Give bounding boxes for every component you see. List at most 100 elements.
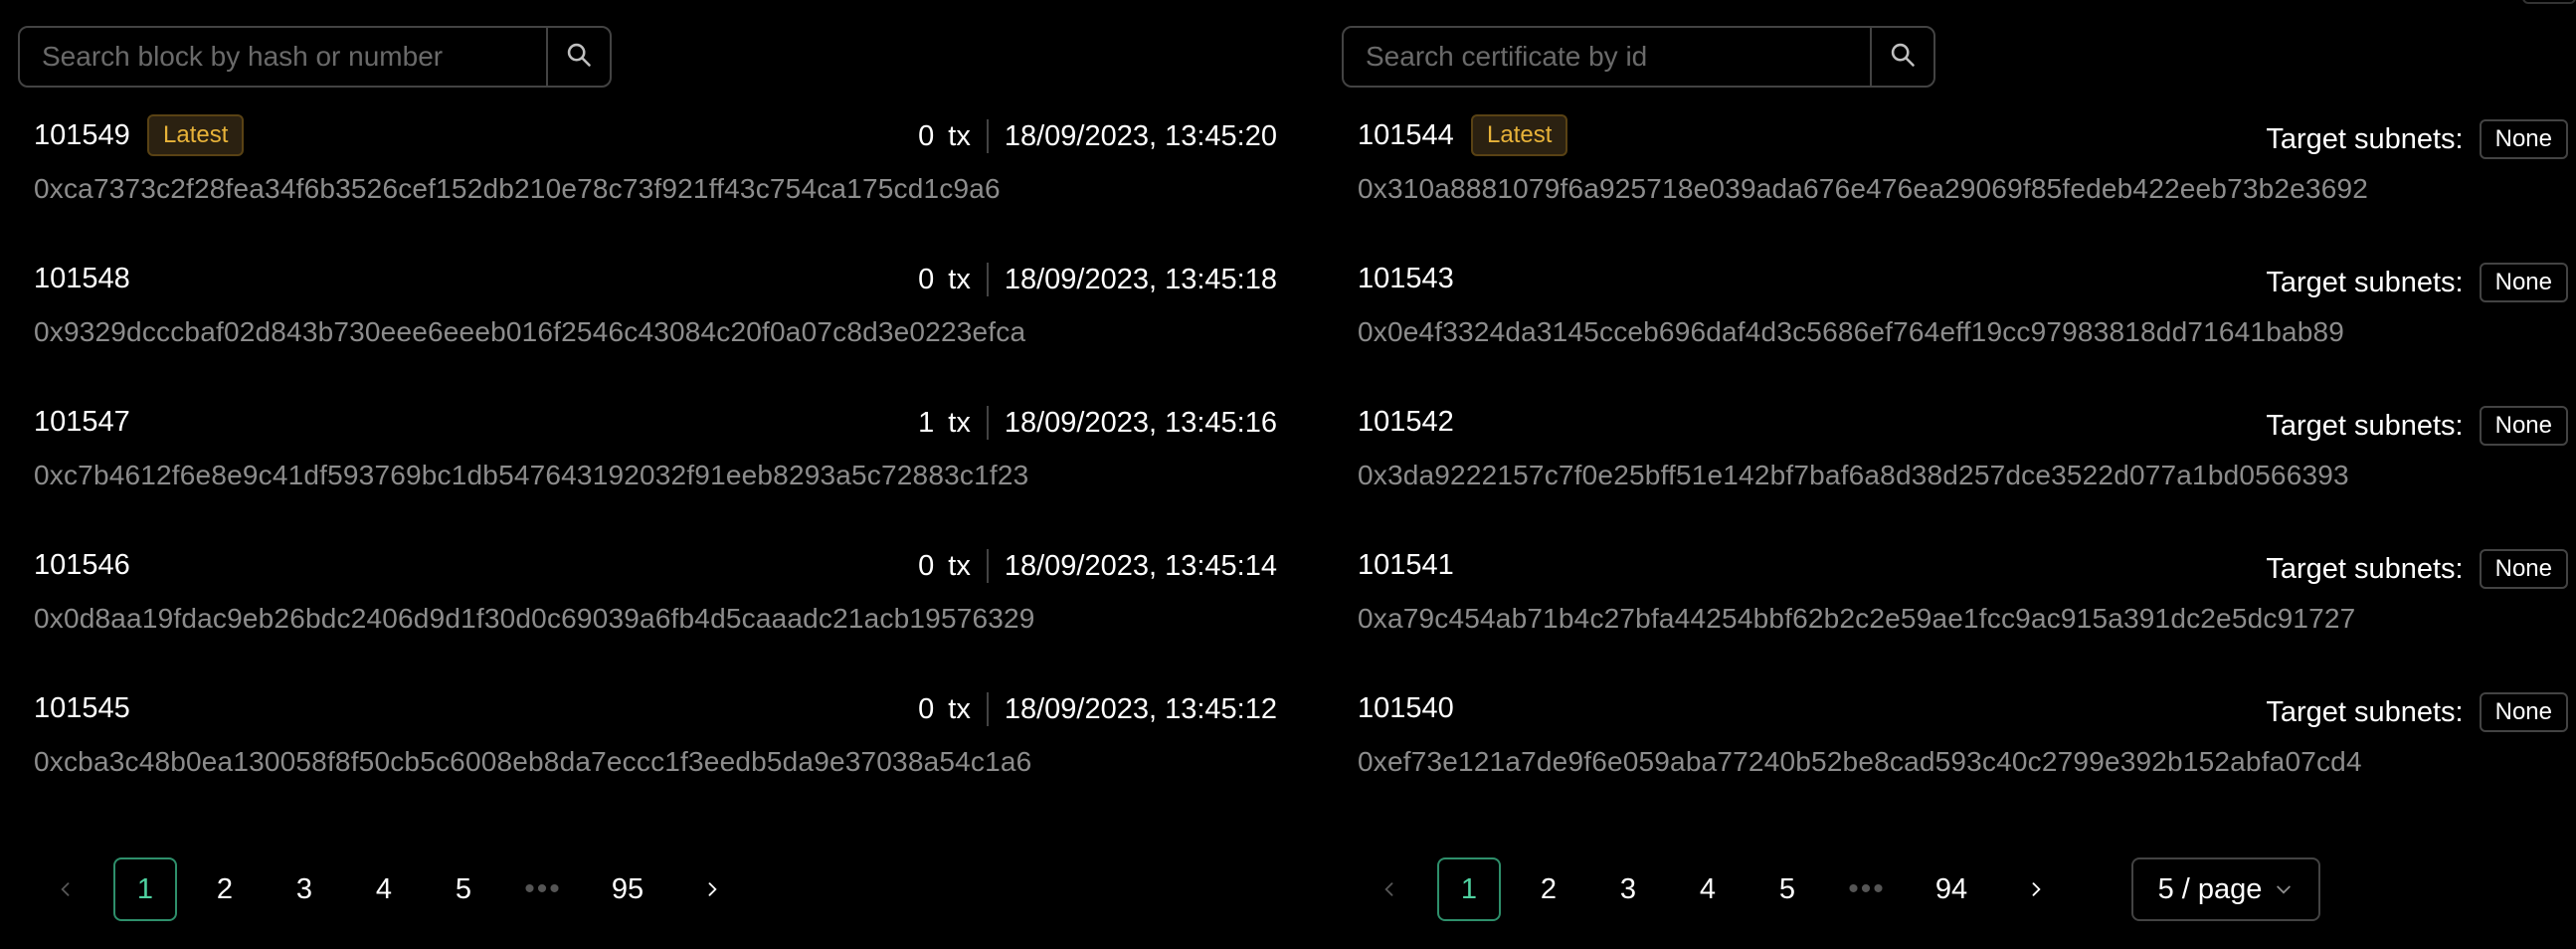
page-button-last[interactable]: 94 <box>1915 857 1988 921</box>
certificate-search-input[interactable] <box>1344 28 1870 86</box>
chevron-right-icon <box>708 882 717 896</box>
certificate-row[interactable]: 101540 Target subnets: None 0xef73e121a7… <box>1358 682 2568 826</box>
block-number[interactable]: 101545 <box>34 692 130 725</box>
certificate-hash[interactable]: 0x310a8881079f6a925718e039ada676e476ea29… <box>1358 173 2368 205</box>
tx-label: tx <box>948 119 971 152</box>
block-number[interactable]: 101549 <box>34 119 130 152</box>
jump-next-ellipsis[interactable]: ••• <box>1835 857 1899 921</box>
target-subnets-tag: None <box>2479 406 2568 446</box>
block-pagination: 1 2 3 4 5 ••• 95 <box>34 857 760 921</box>
divider <box>986 692 989 726</box>
prev-page-button[interactable] <box>1358 857 1421 921</box>
tx-label: tx <box>948 406 971 439</box>
divider <box>986 263 989 296</box>
block-meta: 1 tx 18/09/2023, 13:45:16 <box>918 406 1277 440</box>
certificate-search <box>1342 26 1935 88</box>
prev-page-button[interactable] <box>34 857 97 921</box>
page-size-value: 5 / page <box>2157 872 2263 905</box>
page-button-5[interactable]: 5 <box>1755 857 1819 921</box>
certificate-id[interactable]: 101542 <box>1358 406 1454 439</box>
search-icon <box>565 41 593 74</box>
target-subnets-label: Target subnets: <box>2266 122 2464 155</box>
block-meta: 0 tx 18/09/2023, 13:45:12 <box>918 692 1277 726</box>
block-hash[interactable]: 0x0d8aa19fdac9eb26bdc2406d9d1f30d0c69039… <box>34 603 1035 635</box>
tx-label: tx <box>948 263 971 295</box>
latest-badge: Latest <box>147 114 245 156</box>
page-button-4[interactable]: 4 <box>1676 857 1740 921</box>
chevron-down-icon <box>2274 879 2294 899</box>
page-size-select[interactable]: 5 / page <box>2131 857 2320 921</box>
certificate-list: 101544 Latest Target subnets: None 0x310… <box>1358 109 2568 826</box>
certificate-hash[interactable]: 0xa79c454ab71b4c27bfa44254bbf62b2c2e59ae… <box>1358 603 2355 635</box>
page-button-3[interactable]: 3 <box>1596 857 1660 921</box>
block-hash[interactable]: 0xc7b4612f6e8e9c41df593769bc1db547643192… <box>34 460 1028 491</box>
certificate-hash[interactable]: 0x0e4f3324da3145cceb696daf4d3c5686ef764e… <box>1358 316 2344 348</box>
block-row[interactable]: 101546 0 tx 18/09/2023, 13:45:14 0x0d8aa… <box>34 539 1277 682</box>
certificate-meta: Target subnets: None <box>2266 119 2568 159</box>
certificate-hash[interactable]: 0x3da9222157c7f0e25bff51e142bf7baf6a8d38… <box>1358 460 2349 491</box>
chevron-left-icon <box>1384 882 1393 896</box>
search-icon <box>1889 41 1917 74</box>
block-hash[interactable]: 0xcba3c48b0ea130058f8f50cb5c6008eb8da7ec… <box>34 746 1031 778</box>
certificate-id[interactable]: 101544 <box>1358 119 1454 152</box>
page-button-1[interactable]: 1 <box>1437 857 1501 921</box>
block-number[interactable]: 101548 <box>34 263 130 295</box>
target-subnets-label: Target subnets: <box>2266 266 2464 298</box>
next-page-button[interactable] <box>2004 857 2068 921</box>
block-row[interactable]: 101547 1 tx 18/09/2023, 13:45:16 0xc7b46… <box>34 396 1277 539</box>
tx-count: 0 <box>918 263 935 295</box>
window-edge <box>2522 0 2576 4</box>
certificate-id[interactable]: 101543 <box>1358 263 1454 295</box>
certificate-row[interactable]: 101543 Target subnets: None 0x0e4f3324da… <box>1358 253 2568 396</box>
jump-next-ellipsis[interactable]: ••• <box>511 857 575 921</box>
chevron-left-icon <box>61 882 70 896</box>
block-row[interactable]: 101548 0 tx 18/09/2023, 13:45:18 0x9329d… <box>34 253 1277 396</box>
block-search-button[interactable] <box>546 28 610 86</box>
block-search <box>18 26 612 88</box>
certificate-pagination: 1 2 3 4 5 ••• 94 5 / page <box>1358 857 2320 921</box>
tx-label: tx <box>948 549 971 582</box>
page-button-5[interactable]: 5 <box>432 857 495 921</box>
next-page-button[interactable] <box>680 857 744 921</box>
block-meta: 0 tx 18/09/2023, 13:45:18 <box>918 263 1277 296</box>
target-subnets-tag: None <box>2479 119 2568 159</box>
block-meta: 0 tx 18/09/2023, 13:45:14 <box>918 549 1277 583</box>
latest-badge: Latest <box>1471 114 1568 156</box>
target-subnets-tag: None <box>2479 263 2568 302</box>
block-number[interactable]: 101546 <box>34 549 130 582</box>
divider <box>986 406 989 440</box>
certificate-hash[interactable]: 0xef73e121a7de9f6e059aba77240b52be8cad59… <box>1358 746 2362 778</box>
target-subnets-label: Target subnets: <box>2266 409 2464 442</box>
certificate-meta: Target subnets: None <box>2266 263 2568 302</box>
certificate-id[interactable]: 101541 <box>1358 549 1454 582</box>
page-button-4[interactable]: 4 <box>352 857 416 921</box>
divider <box>986 549 989 583</box>
block-timestamp: 18/09/2023, 13:45:16 <box>1004 406 1277 439</box>
block-hash[interactable]: 0x9329dcccbaf02d843b730eee6eeeb016f2546c… <box>34 316 1025 348</box>
tx-count: 0 <box>918 549 935 582</box>
block-row[interactable]: 101545 0 tx 18/09/2023, 13:45:12 0xcba3c… <box>34 682 1277 826</box>
block-timestamp: 18/09/2023, 13:45:20 <box>1004 119 1277 152</box>
block-meta: 0 tx 18/09/2023, 13:45:20 <box>918 119 1277 153</box>
certificate-meta: Target subnets: None <box>2266 692 2568 732</box>
certificate-row[interactable]: 101541 Target subnets: None 0xa79c454ab7… <box>1358 539 2568 682</box>
block-hash[interactable]: 0xca7373c2f28fea34f6b3526cef152db210e78c… <box>34 173 1001 205</box>
tx-count: 1 <box>918 406 935 439</box>
chevron-right-icon <box>2032 882 2041 896</box>
page-button-2[interactable]: 2 <box>193 857 257 921</box>
certificate-id[interactable]: 101540 <box>1358 692 1454 725</box>
certificate-row[interactable]: 101542 Target subnets: None 0x3da9222157… <box>1358 396 2568 539</box>
certificate-search-button[interactable] <box>1870 28 1933 86</box>
target-subnets-label: Target subnets: <box>2266 552 2464 585</box>
certificate-meta: Target subnets: None <box>2266 406 2568 446</box>
block-search-input[interactable] <box>20 28 546 86</box>
divider <box>986 119 989 153</box>
page-button-3[interactable]: 3 <box>273 857 336 921</box>
block-number[interactable]: 101547 <box>34 406 130 439</box>
tx-count: 0 <box>918 119 935 152</box>
page-button-2[interactable]: 2 <box>1517 857 1580 921</box>
block-row[interactable]: 101549 Latest 0 tx 18/09/2023, 13:45:20 … <box>34 109 1277 253</box>
page-button-1[interactable]: 1 <box>113 857 177 921</box>
certificate-row[interactable]: 101544 Latest Target subnets: None 0x310… <box>1358 109 2568 253</box>
page-button-last[interactable]: 95 <box>591 857 664 921</box>
